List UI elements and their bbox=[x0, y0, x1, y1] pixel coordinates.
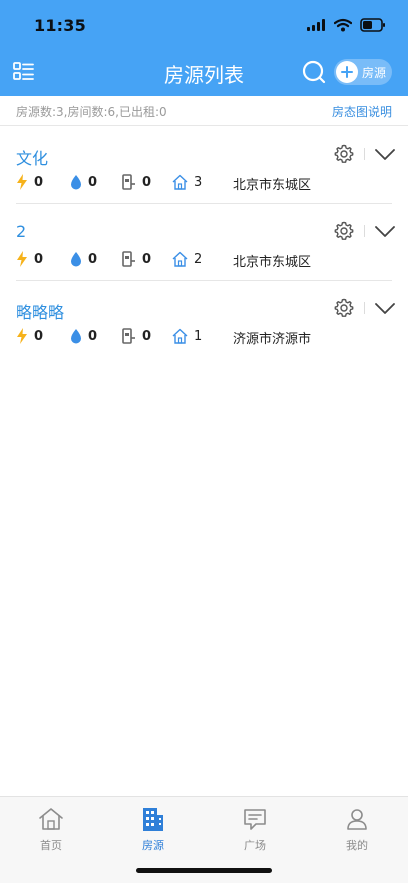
property-address: 济源市济源市 bbox=[233, 332, 312, 347]
lock-count: 0 bbox=[142, 328, 152, 344]
power-count: 0 bbox=[34, 174, 44, 190]
tab-home[interactable]: 首页 bbox=[0, 805, 102, 852]
power-stat: 0 bbox=[16, 250, 43, 268]
tab-me[interactable]: 我的 bbox=[306, 805, 408, 852]
plus-icon bbox=[336, 61, 358, 83]
chat-icon bbox=[204, 805, 306, 833]
room-count: 3 bbox=[194, 174, 203, 190]
property-address: 北京市东城区 bbox=[233, 178, 312, 193]
home-indicator bbox=[136, 868, 272, 873]
room-stat: 3 bbox=[172, 173, 202, 191]
property-item[interactable]: 略略略 0 0 0 1 济源市济源市 bbox=[16, 281, 395, 358]
tab-properties-label: 房源 bbox=[142, 839, 164, 852]
search-button[interactable] bbox=[300, 58, 328, 86]
water-count: 0 bbox=[88, 174, 98, 190]
building-icon bbox=[102, 805, 204, 833]
water-count: 0 bbox=[88, 328, 98, 344]
home-icon bbox=[0, 805, 102, 833]
lightning-icon bbox=[16, 251, 28, 267]
summary-text: 房源数:3,房间数:6,已出租:0 bbox=[16, 105, 167, 119]
tab-square-label: 广场 bbox=[244, 839, 266, 852]
lock-stat: 0 bbox=[122, 250, 151, 268]
room-count: 2 bbox=[194, 251, 203, 267]
header: 房源列表 房源 bbox=[0, 52, 408, 94]
signal-icon bbox=[306, 19, 326, 31]
search-icon bbox=[300, 58, 328, 86]
water-drop-icon bbox=[70, 328, 82, 344]
lock-stat: 0 bbox=[122, 173, 151, 191]
lock-count: 0 bbox=[142, 174, 152, 190]
profile-icon bbox=[306, 805, 408, 833]
room-stat: 1 bbox=[172, 327, 202, 345]
add-property-button[interactable]: 房源 bbox=[334, 59, 392, 85]
door-lock-icon bbox=[122, 174, 136, 190]
power-count: 0 bbox=[34, 251, 44, 267]
chevron-down-icon[interactable] bbox=[374, 224, 396, 240]
settings-gear-icon[interactable] bbox=[334, 298, 354, 318]
lock-count: 0 bbox=[142, 251, 152, 267]
room-count: 1 bbox=[194, 328, 203, 344]
property-name[interactable]: 略略略 bbox=[16, 299, 64, 323]
property-name[interactable]: 2 bbox=[16, 222, 26, 241]
property-item[interactable]: 2 0 0 0 2 北京市东城区 bbox=[16, 204, 395, 281]
tab-home-label: 首页 bbox=[40, 839, 62, 852]
door-lock-icon bbox=[122, 328, 136, 344]
wifi-icon bbox=[334, 18, 352, 32]
property-address: 北京市东城区 bbox=[233, 255, 312, 270]
battery-icon bbox=[360, 18, 386, 32]
room-stat: 2 bbox=[172, 250, 202, 268]
house-icon bbox=[172, 251, 188, 267]
summary-bar: 房源数:3,房间数:6,已出租:0 房态图说明 bbox=[0, 96, 408, 126]
status-icons bbox=[306, 15, 386, 35]
tab-me-label: 我的 bbox=[346, 839, 368, 852]
tab-properties[interactable]: 房源 bbox=[102, 805, 204, 852]
settings-gear-icon[interactable] bbox=[334, 221, 354, 241]
water-drop-icon bbox=[70, 251, 82, 267]
app-screen: 11:35 房源列表 房源 房源数:3,房间数:6,已出租:0 房态图说明 文化… bbox=[0, 0, 408, 883]
water-stat: 0 bbox=[70, 327, 97, 345]
property-list: 文化 0 0 0 3 北京市东城区 2 0 0 0 2 北京市东城区 略略略 0… bbox=[0, 127, 408, 358]
divider bbox=[364, 225, 365, 237]
property-item[interactable]: 文化 0 0 0 3 北京市东城区 bbox=[16, 127, 395, 204]
water-count: 0 bbox=[88, 251, 98, 267]
status-time: 11:35 bbox=[34, 16, 86, 35]
lightning-icon bbox=[16, 328, 28, 344]
lock-stat: 0 bbox=[122, 327, 151, 345]
house-icon bbox=[172, 174, 188, 190]
power-count: 0 bbox=[34, 328, 44, 344]
divider bbox=[364, 148, 365, 160]
room-status-legend-link[interactable]: 房态图说明 bbox=[332, 103, 392, 120]
add-property-label: 房源 bbox=[362, 65, 387, 80]
divider bbox=[364, 302, 365, 314]
property-stats: 0 0 bbox=[16, 250, 392, 270]
tab-square[interactable]: 广场 bbox=[204, 805, 306, 852]
property-stats: 0 0 bbox=[16, 327, 392, 347]
door-lock-icon bbox=[122, 251, 136, 267]
property-stats: 0 0 bbox=[16, 173, 392, 193]
power-stat: 0 bbox=[16, 327, 43, 345]
water-stat: 0 bbox=[70, 250, 97, 268]
water-stat: 0 bbox=[70, 173, 97, 191]
property-name[interactable]: 文化 bbox=[16, 145, 48, 169]
settings-gear-icon[interactable] bbox=[334, 144, 354, 164]
top-bar: 11:35 房源列表 房源 bbox=[0, 0, 408, 96]
power-stat: 0 bbox=[16, 173, 43, 191]
house-icon bbox=[172, 328, 188, 344]
lightning-icon bbox=[16, 174, 28, 190]
chevron-down-icon[interactable] bbox=[374, 301, 396, 317]
water-drop-icon bbox=[70, 174, 82, 190]
chevron-down-icon[interactable] bbox=[374, 147, 396, 163]
